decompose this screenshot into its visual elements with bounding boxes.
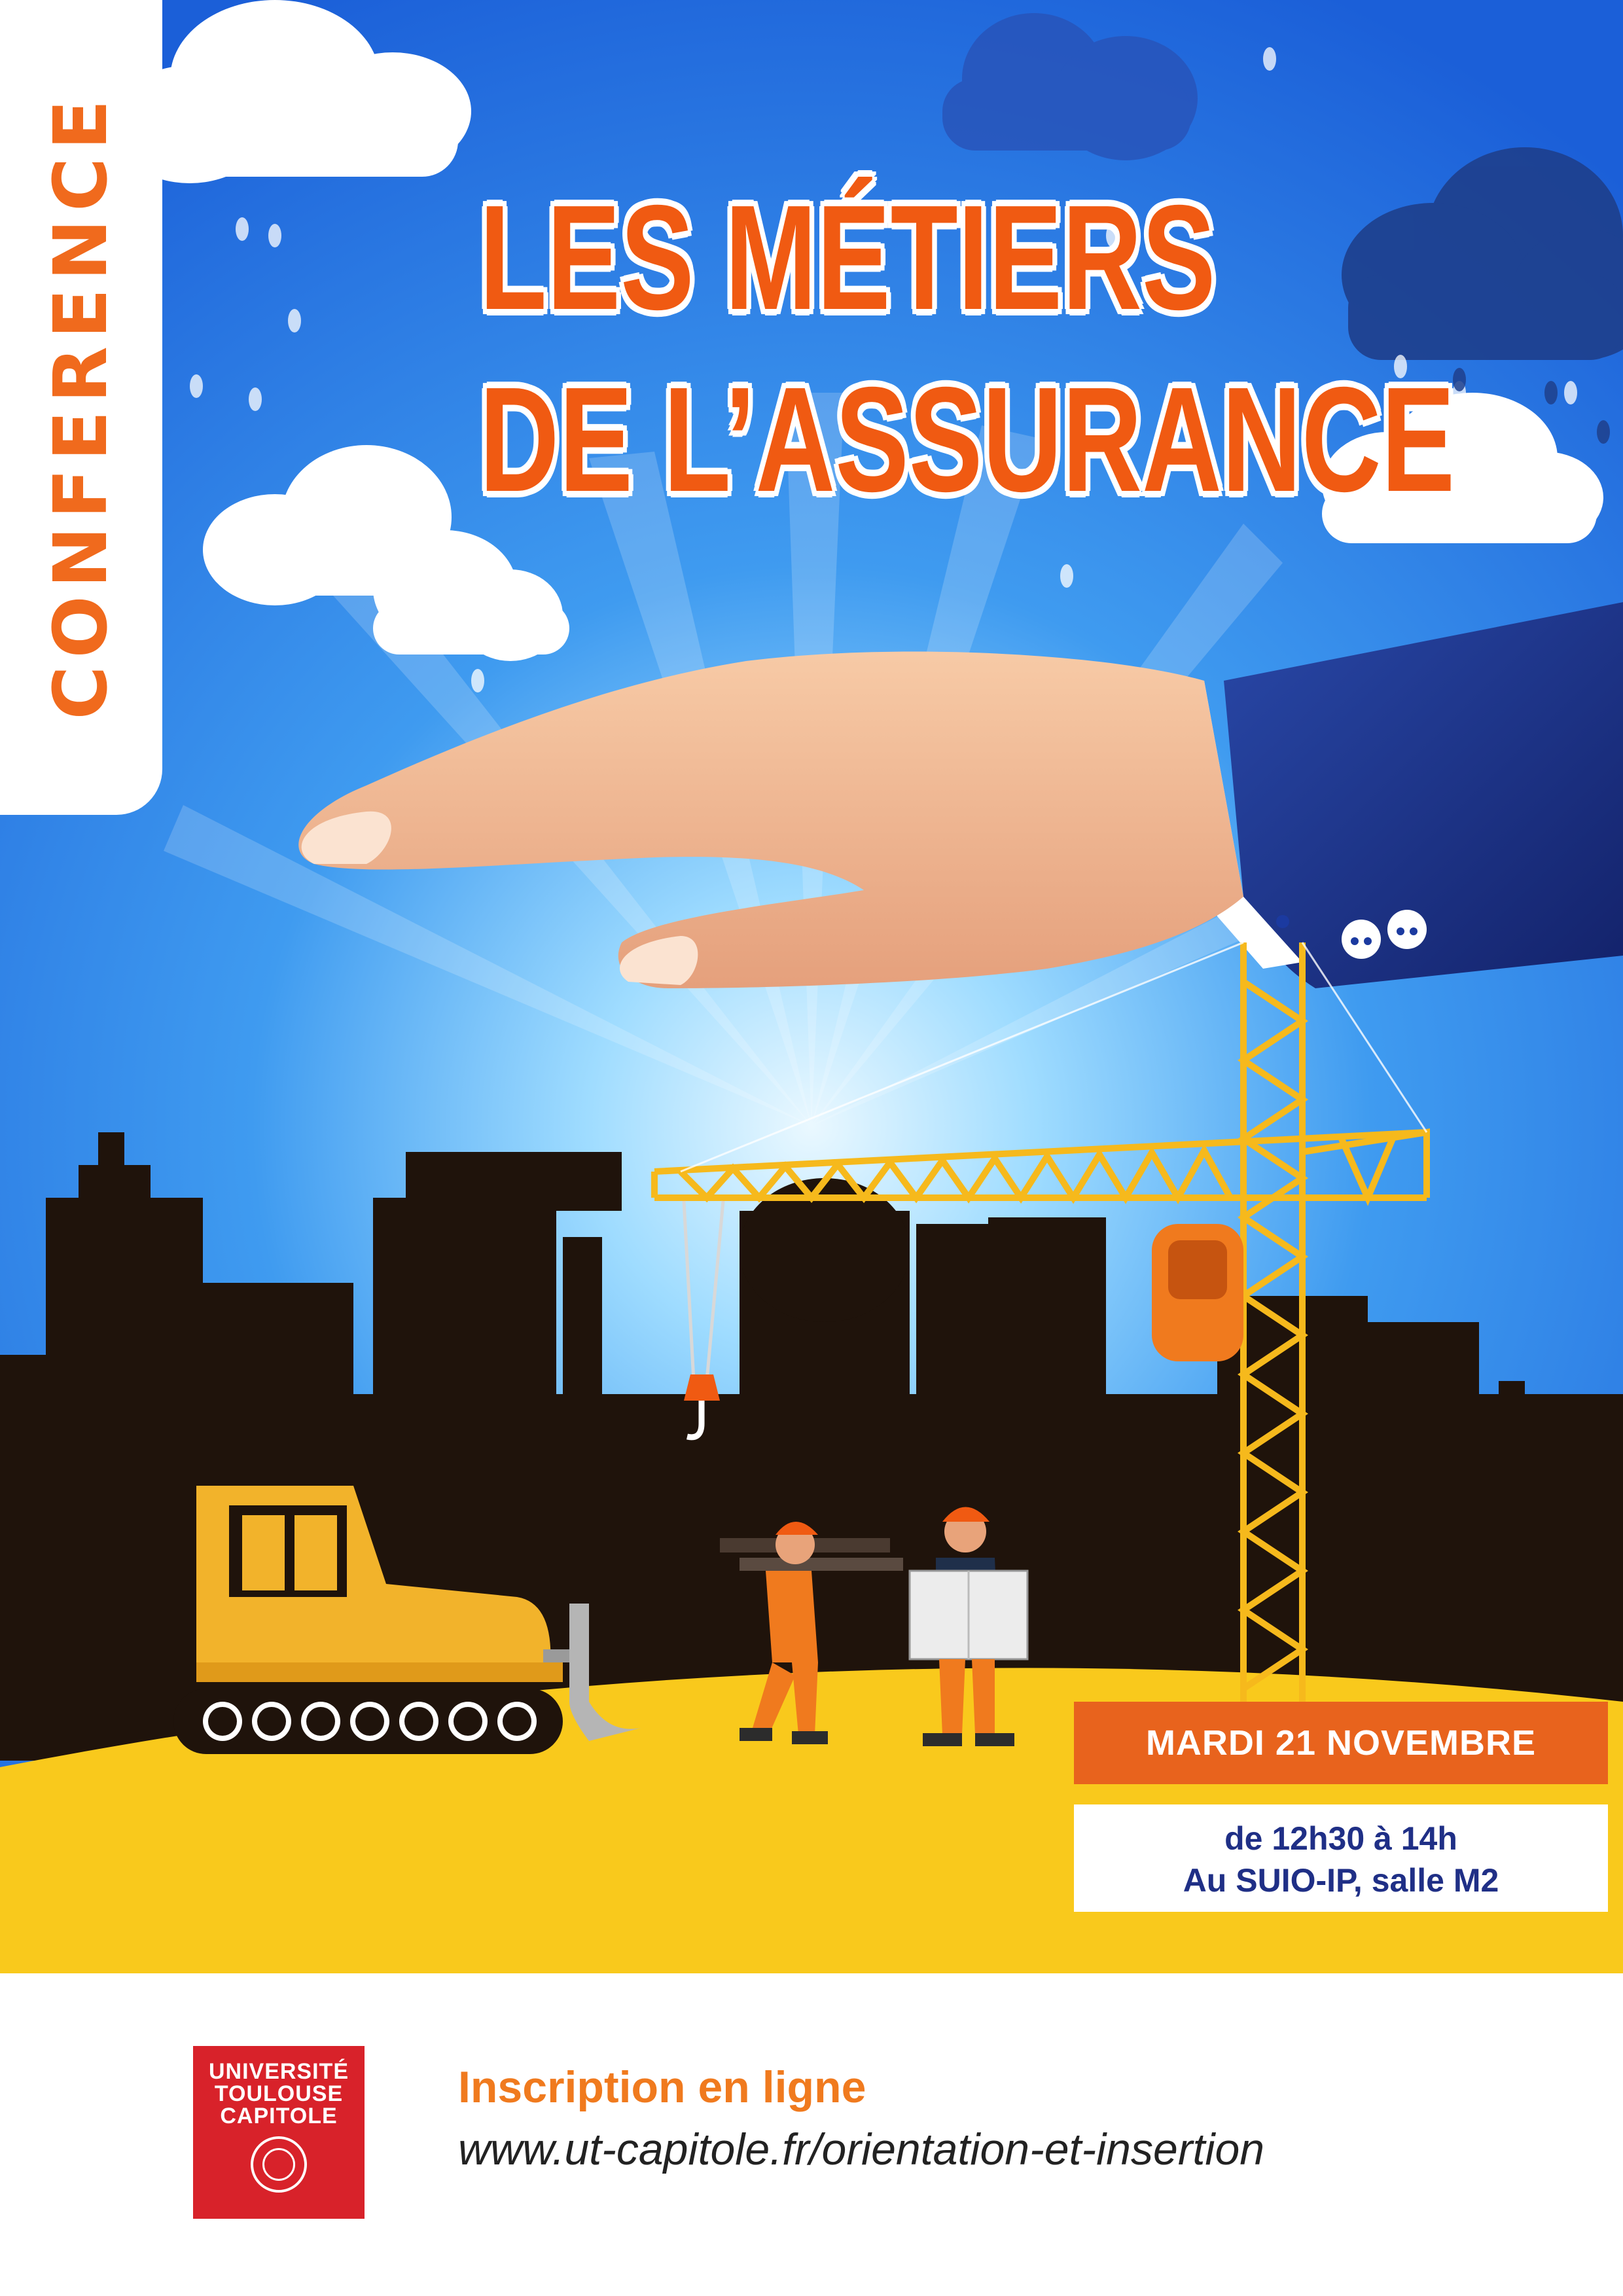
title-line-2: DE L’ASSURANCE [479,357,1455,523]
event-place: Au SUIO-IP, salle M2 [1183,1862,1499,1899]
title-line-1: LES MÉTIERS [479,175,1216,341]
date-banner: MARDI 21 NOVEMBRE [1074,1702,1608,1784]
event-title: LES MÉTIERS DE L’ASSURANCE [351,171,1455,525]
logo-line-1: UNIVERSITÉ [208,2059,349,2084]
event-time: de 12h30 à 14h [1224,1820,1457,1857]
university-logo: UNIVERSITÉ TOULOUSE CAPITOLE [193,2046,365,2219]
registration-url[interactable]: www.ut-capitole.fr/orientation-et-insert… [458,2124,1264,2175]
poster: CONFERENCE LES MÉTIERS DE L’ASSURANCE MA… [0,0,1623,2296]
event-info: de 12h30 à 14h Au SUIO-IP, salle M2 [1074,1804,1608,1912]
registration-title: Inscription en ligne [458,2062,866,2112]
conference-tab: CONFERENCE [0,0,162,815]
logo-line-2: TOULOUSE [214,2081,344,2106]
event-type-label: CONFERENCE [39,92,124,720]
logo-line-3: CAPITOLE [220,2104,338,2128]
seal-icon [251,2136,307,2193]
